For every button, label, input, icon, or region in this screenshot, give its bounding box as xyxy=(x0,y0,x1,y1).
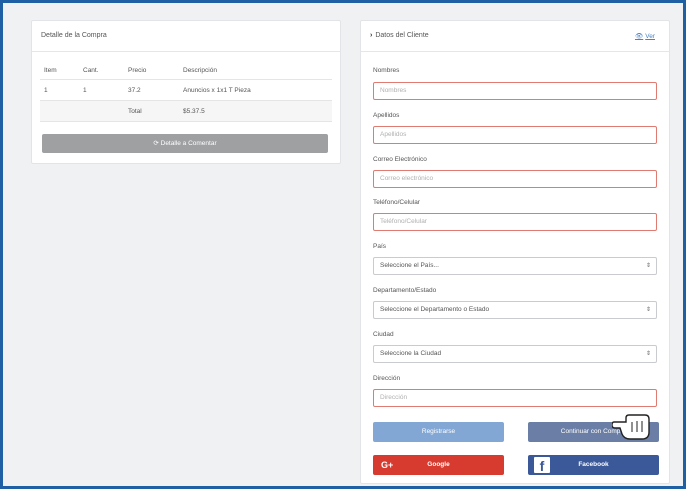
nombre-label: Nombres xyxy=(373,67,400,74)
column-header: Precio xyxy=(124,61,179,80)
hand-pointer-icon xyxy=(612,414,650,440)
depto-select[interactable]: Seleccione el Departamento o Estado ⇕ xyxy=(373,301,657,319)
customer-panel-title-text: Datos del Cliente xyxy=(375,32,429,39)
total-value: $5.37.5 xyxy=(179,100,332,122)
table-cell xyxy=(79,100,124,122)
chevron-right-icon: › xyxy=(370,32,373,39)
select-arrows-icon: ⇕ xyxy=(645,307,651,313)
customer-panel-title: › Datos del Cliente xyxy=(370,32,429,39)
customer-panel-header: › Datos del Cliente 👁 Ver xyxy=(361,21,669,52)
pais-label: País xyxy=(373,243,387,250)
eye-icon: 👁 xyxy=(634,33,644,40)
column-header: Item xyxy=(40,61,79,80)
apellido-label: Apellidos xyxy=(373,112,400,119)
depto-label: Departamento/Estado xyxy=(373,287,437,294)
purchase-detail-title: Detalle de la Compra xyxy=(32,21,340,52)
correo-label: Correo Electrónico xyxy=(373,156,427,163)
facebook-button-label: Facebook xyxy=(578,461,609,468)
update-comment-button[interactable]: ⟳ Detalle a Comentar xyxy=(42,134,328,153)
ciudad-label: Ciudad xyxy=(373,331,394,338)
ciudad-select-value: Seleccione la Ciudad xyxy=(380,350,442,357)
google-plus-icon: G+ xyxy=(381,460,394,470)
column-header: Descripción xyxy=(179,61,332,80)
direccion-label: Dirección xyxy=(373,375,401,382)
view-link-label: Ver xyxy=(645,33,655,40)
google-login-button[interactable]: G+ Google xyxy=(373,455,504,475)
google-button-label: Google xyxy=(427,461,450,468)
table-cell: 1 xyxy=(79,79,124,101)
table-row-total: Total $5.37.5 xyxy=(40,100,332,122)
pais-select[interactable]: Seleccione el País... ⇕ xyxy=(373,257,657,275)
direccion-input[interactable]: Dirección xyxy=(373,389,657,407)
email-field[interactable]: Correo electrónico xyxy=(373,170,657,188)
select-arrows-icon: ⇕ xyxy=(645,351,651,357)
purchase-detail-panel: Detalle de la Compra Item Cant. Precio D… xyxy=(31,20,341,164)
table-cell: 37.2 xyxy=(124,79,179,101)
table-cell: Anuncios x 1x1 T Pieza xyxy=(179,79,332,101)
pais-select-value: Seleccione el País... xyxy=(380,262,439,269)
purchase-table: Item Cant. Precio Descripción 1 1 37.2 A… xyxy=(40,61,332,122)
register-button[interactable]: Registrarse xyxy=(373,422,504,442)
screenshot-frame: Detalle de la Compra Item Cant. Precio D… xyxy=(0,0,686,489)
facebook-icon: f xyxy=(534,457,550,474)
table-cell xyxy=(40,100,79,122)
telefono-input[interactable]: Teléfono/Celular xyxy=(373,213,657,231)
table-cell: 1 xyxy=(40,79,79,101)
nombre-input[interactable]: Nombres xyxy=(373,82,657,100)
table-header-row: Item Cant. Precio Descripción xyxy=(40,61,332,80)
column-header: Cant. xyxy=(79,61,124,80)
facebook-login-button[interactable]: f Facebook xyxy=(528,455,659,475)
apellido-input[interactable]: Apellidos xyxy=(373,126,657,144)
update-comment-label: Detalle a Comentar xyxy=(160,140,217,147)
view-link[interactable]: 👁 Ver xyxy=(635,32,655,40)
total-label: Total xyxy=(124,100,179,122)
telefono-label: Teléfono/Celular xyxy=(373,199,420,206)
select-arrows-icon: ⇕ xyxy=(645,263,651,269)
refresh-icon: ⟳ xyxy=(153,140,159,147)
depto-select-value: Seleccione el Departamento o Estado xyxy=(380,306,490,313)
table-row: 1 1 37.2 Anuncios x 1x1 T Pieza xyxy=(40,79,332,101)
ciudad-select[interactable]: Seleccione la Ciudad ⇕ xyxy=(373,345,657,363)
